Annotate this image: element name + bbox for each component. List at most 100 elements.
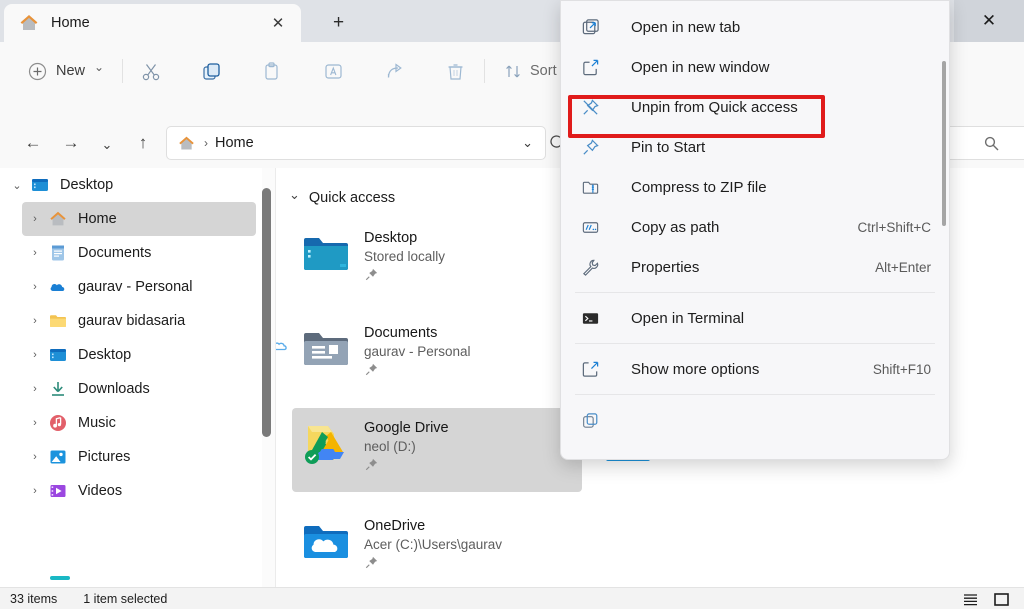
sidebar-item-gaurav-bidasaria[interactable]: › gaurav bidasaria (22, 304, 256, 338)
quick-access-item-onedrive[interactable]: OneDrive Acer (C:)\Users\gaurav (292, 506, 582, 587)
sidebar-item-label: Pictures (78, 449, 131, 465)
sidebar-item-desktop[interactable]: › Desktop (22, 338, 256, 372)
forward-button[interactable]: → (54, 126, 88, 160)
context-menu-item-unpin-from-quick-access[interactable]: Unpin from Quick access (561, 87, 949, 127)
context-menu-item-properties[interactable]: Properties Alt+Enter (561, 247, 949, 287)
cut-icon[interactable] (134, 55, 168, 87)
context-menu-item-copy-as-path[interactable]: Copy as path Ctrl+Shift+C (561, 207, 949, 247)
share-icon[interactable] (378, 55, 412, 87)
sidebar-item-gaurav-personal[interactable]: › gaurav - Personal (22, 270, 256, 304)
context-menu-item-pin-to-start[interactable]: Pin to Start (561, 127, 949, 167)
sidebar-item-desktop-root[interactable]: ⌄ Desktop (4, 168, 256, 202)
sidebar-item-pictures[interactable]: › Pictures (22, 440, 256, 474)
new-tab-button[interactable]: + (305, 4, 563, 42)
context-menu-divider-2 (575, 343, 935, 344)
pin-icon (579, 138, 601, 157)
sidebar-item-home[interactable]: › Home (22, 202, 256, 236)
tab-home[interactable]: Home ✕ (4, 4, 301, 42)
context-menu-item-compress-to-zip[interactable]: Compress to ZIP file (561, 167, 949, 207)
quick-access-header[interactable]: ⌄ Quick access (289, 187, 396, 206)
chevron-down-icon[interactable]: ⌄ (4, 179, 30, 192)
item-subtitle: Acer (C:)\Users\gaurav (364, 537, 503, 552)
downloads-icon (48, 379, 68, 399)
breadcrumb-separator: › (204, 136, 208, 150)
sidebar-scrollbar-thumb[interactable] (262, 188, 271, 437)
sort-label: Sort (530, 63, 557, 79)
navigation-pane: ⌄ Desktop › Home › Documents › gaurav - … (0, 168, 262, 587)
chevron-down-icon[interactable]: ⌄ (522, 135, 537, 151)
chevron-right-icon[interactable]: › (22, 451, 48, 463)
context-menu-scrollbar[interactable] (942, 61, 946, 226)
pin-icon (364, 457, 379, 472)
context-menu-item-open-in-terminal[interactable]: Open in Terminal (561, 298, 949, 338)
status-bar: 33 items 1 item selected (0, 587, 1024, 609)
new-label: New (56, 63, 86, 79)
chevron-right-icon[interactable]: › (22, 485, 48, 497)
chevron-right-icon[interactable]: › (22, 281, 48, 293)
item-name: Google Drive (364, 420, 449, 436)
chevron-down-icon[interactable]: ⌄ (289, 187, 300, 203)
quick-access-item-documents[interactable]: Documents gaurav - Personal (276, 313, 582, 397)
context-menu-item-show-more-options[interactable]: Show more options Shift+F10 (561, 349, 949, 389)
sidebar-item-documents[interactable]: › Documents (22, 236, 256, 270)
details-view-icon[interactable] (962, 591, 979, 608)
folder-icon (48, 311, 68, 331)
chevron-right-icon[interactable]: › (22, 417, 48, 429)
sidebar-item-music[interactable]: › Music (22, 406, 256, 440)
sidebar-item-label: Downloads (78, 381, 150, 397)
chevron-right-icon[interactable]: › (22, 349, 48, 361)
chevron-right-icon[interactable]: › (22, 213, 48, 225)
search-box[interactable] (938, 126, 1024, 160)
toolbar-divider (122, 59, 123, 83)
sort-button[interactable]: Sort (496, 55, 565, 87)
quick-access-item-desktop[interactable]: Desktop Stored locally (292, 218, 582, 302)
copy-path-icon (579, 218, 601, 237)
delete-icon[interactable] (438, 55, 472, 87)
context-menu-label: Compress to ZIP file (631, 178, 767, 196)
status-item-count: 33 items (10, 591, 58, 606)
show-more-icon (579, 360, 601, 379)
context-menu-label: Open in new tab (631, 18, 741, 36)
paste-icon[interactable] (254, 55, 288, 87)
quick-access-item-google-drive[interactable]: Google Drive neol (D:) (292, 408, 582, 492)
window-close-button[interactable]: ✕ (954, 0, 1024, 42)
sidebar-item-videos[interactable]: › Videos (22, 474, 256, 508)
new-button[interactable]: New ⌄ (18, 54, 114, 88)
context-menu-label: Pin to Start (631, 138, 706, 156)
context-menu-item-open-in-new-window[interactable]: Open in new window (561, 47, 949, 87)
documents-icon (48, 243, 68, 263)
back-button[interactable]: ← (16, 126, 50, 160)
chevron-right-icon[interactable]: › (22, 383, 48, 395)
context-menu-item-copy[interactable] (561, 400, 949, 440)
desktop-icon (30, 175, 50, 195)
close-icon[interactable]: ✕ (265, 10, 291, 36)
section-title: Quick access (308, 190, 396, 206)
sidebar-item-label: Videos (78, 483, 123, 499)
google-drive-icon (298, 416, 354, 472)
large-icons-view-icon[interactable] (993, 591, 1010, 608)
context-menu-divider-3 (575, 394, 935, 395)
up-button[interactable]: ↑ (126, 126, 160, 160)
onedrive-folder-icon (298, 514, 354, 570)
item-name: Desktop (364, 230, 418, 246)
context-menu-label: Open in Terminal (631, 309, 745, 327)
music-icon (48, 413, 68, 433)
context-menu-item-open-in-new-tab[interactable]: Open in new tab (561, 7, 949, 47)
chevron-right-icon[interactable]: › (22, 247, 48, 259)
rename-icon[interactable] (316, 55, 350, 87)
context-menu-shortcut: Alt+Enter (875, 259, 931, 275)
address-bar[interactable]: › Home ⌄ (166, 126, 546, 160)
recent-locations-button[interactable]: ⌄ (90, 128, 124, 162)
context-menu-shortcut: Ctrl+Shift+C (857, 219, 931, 235)
new-window-icon (579, 58, 601, 77)
chevron-right-icon[interactable]: › (22, 315, 48, 327)
sort-icon (504, 62, 523, 81)
copy-icon[interactable] (194, 55, 228, 87)
context-menu[interactable]: Open Enter Open in new tab Open in new w… (560, 0, 950, 460)
item-subtitle: neol (D:) (364, 439, 416, 454)
item-subtitle: Stored locally (364, 249, 446, 264)
new-tab-icon (579, 18, 601, 37)
item-name: OneDrive (364, 518, 426, 534)
home-icon (48, 209, 68, 229)
sidebar-item-downloads[interactable]: › Downloads (22, 372, 256, 406)
